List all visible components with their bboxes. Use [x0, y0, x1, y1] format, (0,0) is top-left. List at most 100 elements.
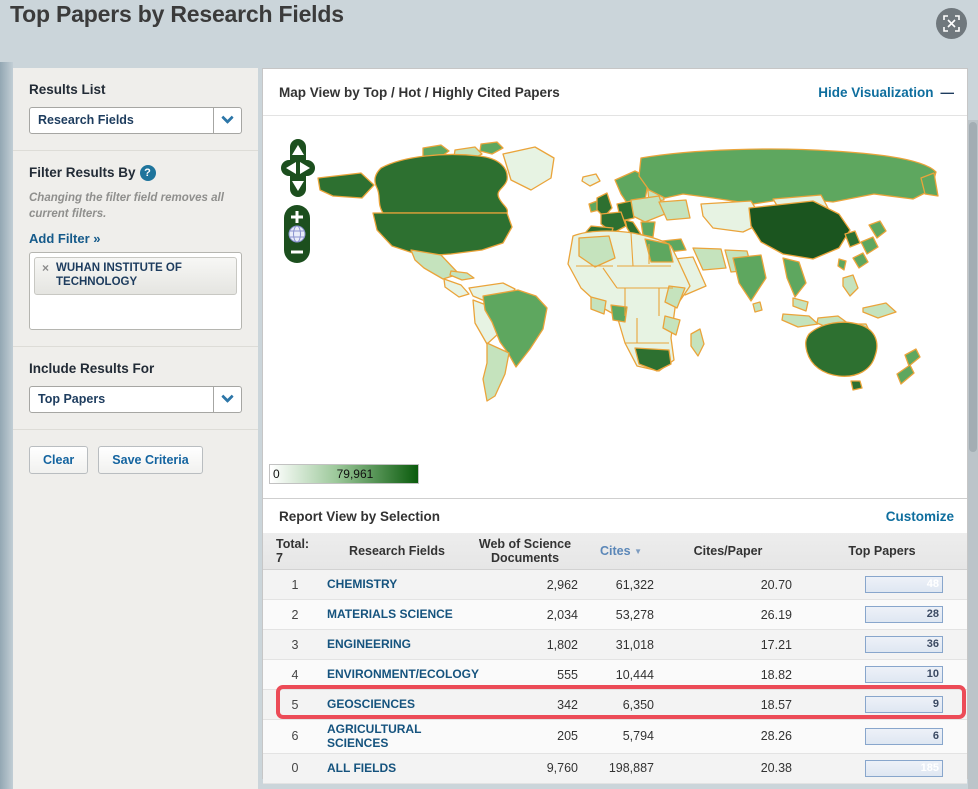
filter-note: Changing the filter field removes all cu…: [29, 192, 224, 220]
expand-button[interactable]: [936, 8, 967, 39]
page: Top Papers by Research Fields Results Li…: [0, 0, 978, 789]
table-row: 3 ENGINEERING 1,802 31,018 17.21 36: [263, 630, 967, 660]
column-header-wos-documents[interactable]: Web of Science Documents: [467, 534, 583, 569]
include-results-heading: Include Results For: [29, 361, 155, 377]
report-view-header: Report View by Selection Customize: [263, 498, 967, 533]
world-map[interactable]: [273, 138, 963, 458]
wos-documents-value: 2,962: [546, 577, 578, 592]
table-row: 0 ALL FIELDS 9,760 198,887 20.38 185: [263, 753, 967, 784]
map-view-title: Map View by Top / Hot / Highly Cited Pap…: [279, 85, 560, 100]
map-zoom-control[interactable]: [284, 205, 310, 263]
include-results-selected-value: Top Papers: [38, 392, 106, 407]
cites-per-paper-value: 26.19: [760, 607, 792, 622]
field-link[interactable]: CHEMISTRY: [327, 575, 397, 593]
map-pan-control[interactable]: [281, 139, 315, 197]
column-header-top-papers[interactable]: Top Papers: [797, 541, 967, 561]
table-row: 4 ENVIRONMENT/ECOLOGY 555 10,444 18.82 1…: [263, 660, 967, 690]
filter-chip[interactable]: × WUHAN INSTITUTE OF TECHNOLOGY: [34, 257, 237, 295]
report-view-title: Report View by Selection: [279, 509, 441, 524]
remove-filter-icon[interactable]: ×: [42, 261, 49, 276]
include-results-select[interactable]: Top Papers: [29, 386, 242, 414]
field-link[interactable]: MATERIALS SCIENCE: [327, 605, 453, 623]
cites-per-paper-value: 28.26: [760, 729, 792, 744]
sort-desc-icon: ▼: [634, 546, 642, 556]
row-rank: 3: [291, 637, 299, 652]
page-edge-strip: [0, 62, 13, 789]
results-list-dropdown-button[interactable]: [213, 108, 241, 133]
wos-documents-value: 2,034: [546, 607, 578, 622]
wos-documents-value: 205: [557, 729, 578, 744]
row-rank: 4: [291, 667, 299, 682]
cites-value: 198,887: [608, 761, 654, 776]
save-criteria-button[interactable]: Save Criteria: [98, 446, 203, 475]
cites-per-paper-value: 18.57: [760, 697, 792, 712]
total-count: Total: 7: [276, 536, 310, 565]
results-list-section: Results List Research Fields: [13, 68, 258, 151]
cites-value: 31,018: [615, 637, 654, 652]
field-link[interactable]: ENVIRONMENT/ECOLOGY: [327, 665, 479, 683]
wos-documents-value: 9,760: [546, 761, 578, 776]
column-header-cites[interactable]: Cites ▼: [583, 541, 659, 561]
row-rank: 1: [291, 577, 299, 592]
top-papers-bar: 28: [865, 606, 943, 623]
globe-icon: [288, 225, 306, 243]
filter-box: × WUHAN INSTITUTE OF TECHNOLOGY: [29, 252, 242, 331]
field-link[interactable]: ENGINEERING: [327, 635, 411, 653]
cites-value: 10,444: [615, 667, 654, 682]
customize-link[interactable]: Customize: [886, 499, 954, 534]
cites-per-paper-value: 20.70: [760, 577, 792, 592]
chevron-down-icon: [221, 111, 234, 125]
scrollbar[interactable]: [968, 120, 978, 789]
page-title: Top Papers by Research Fields: [10, 1, 344, 27]
filter-chip-label: WUHAN INSTITUTE OF TECHNOLOGY: [56, 262, 182, 289]
top-papers-bar: 9: [865, 696, 943, 713]
field-link[interactable]: GEOSCIENCES: [327, 695, 415, 713]
table-row: 6 AGRICULTURAL SCIENCES 205 5,794 28.26 …: [263, 720, 967, 754]
field-link[interactable]: ALL FIELDS: [327, 759, 396, 777]
cites-value: 6,350: [622, 697, 654, 712]
row-rank: 0: [291, 761, 299, 776]
results-list-selected-value: Research Fields: [38, 113, 134, 127]
wos-documents-value: 1,802: [546, 637, 578, 652]
top-papers-bar: 10: [865, 666, 943, 683]
scrollbar-thumb[interactable]: [969, 122, 977, 452]
field-link[interactable]: AGRICULTURAL SCIENCES: [327, 720, 467, 753]
top-papers-bar: 185: [865, 759, 943, 777]
row-rank: 2: [291, 607, 299, 622]
sidebar-buttons-section: Clear Save Criteria: [13, 430, 258, 490]
include-results-dropdown-button[interactable]: [213, 387, 241, 413]
results-list-heading: Results List: [29, 82, 106, 97]
table-row-highlighted: 5 GEOSCIENCES 342 6,350 18.57 9: [263, 690, 967, 720]
add-filter-link[interactable]: Add Filter »: [29, 231, 101, 246]
top-papers-bar: 6: [865, 727, 943, 745]
table-header-row: Total: 7 Research Fields Web of Science D…: [263, 533, 967, 570]
cites-value: 53,278: [615, 607, 654, 622]
results-list-select[interactable]: Research Fields: [29, 107, 242, 134]
wos-documents-value: 555: [557, 667, 578, 682]
clear-button[interactable]: Clear: [29, 446, 89, 475]
row-rank: 5: [291, 697, 299, 712]
column-header-cites-per-paper[interactable]: Cites/Paper: [659, 541, 797, 561]
cites-per-paper-value: 18.82: [760, 667, 792, 682]
hide-visualization-link[interactable]: Hide Visualization —: [818, 69, 954, 116]
cites-per-paper-value: 17.21: [760, 637, 792, 652]
legend-min-value: 0: [273, 467, 280, 481]
report-table: Total: 7 Research Fields Web of Science D…: [263, 533, 967, 784]
column-header-research-fields[interactable]: Research Fields: [327, 541, 467, 561]
sidebar: Results List Research Fields Filter Resu…: [13, 68, 258, 789]
minus-icon: —: [940, 85, 955, 100]
filter-section: Filter Results By? Changing the filter f…: [13, 151, 258, 348]
wos-documents-value: 342: [557, 697, 578, 712]
chevron-down-icon: [221, 390, 234, 404]
map-legend: 0 79,961: [269, 464, 419, 484]
cites-value: 5,794: [622, 729, 654, 744]
main-panel: Map View by Top / Hot / Highly Cited Pap…: [262, 68, 968, 784]
legend-max-value: 79,961: [336, 467, 374, 481]
row-rank: 6: [291, 729, 299, 744]
map-view-header: Map View by Top / Hot / Highly Cited Pap…: [263, 69, 967, 116]
filter-heading: Filter Results By?: [29, 165, 242, 181]
help-icon[interactable]: ?: [139, 165, 156, 181]
expand-icon: [943, 15, 960, 32]
table-row: 1 CHEMISTRY 2,962 61,322 20.70 48: [263, 570, 967, 600]
top-papers-bar: 36: [865, 636, 943, 653]
